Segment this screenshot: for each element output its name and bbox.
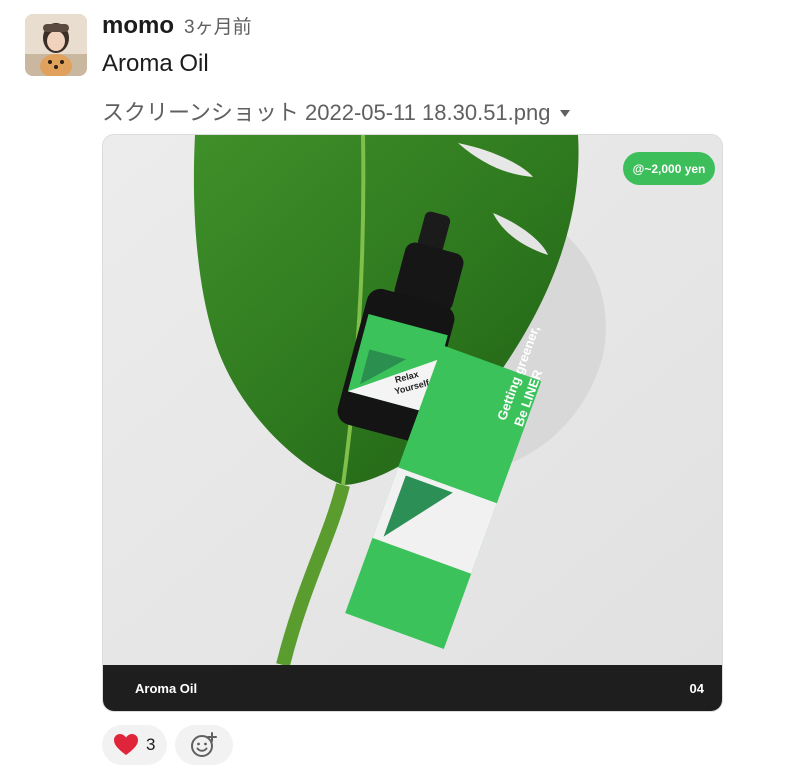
timestamp[interactable]: 3ヶ月前 bbox=[184, 12, 252, 39]
file-name: スクリーンショット 2022-05-11 18.30.51.png bbox=[102, 100, 551, 125]
price-badge: @~2,000 yen bbox=[623, 152, 715, 185]
avatar[interactable] bbox=[25, 14, 87, 76]
message-header: momo 3ヶ月前 bbox=[102, 12, 252, 40]
reaction-count: 3 bbox=[146, 735, 156, 754]
image-attachment[interactable]: Relax Yourself Getting greener, Be LINER… bbox=[102, 134, 723, 712]
attachment-photo: Relax Yourself Getting greener, Be LINER bbox=[103, 135, 722, 665]
reaction-heart[interactable]: 3 bbox=[102, 725, 168, 765]
author-name[interactable]: momo bbox=[102, 12, 174, 40]
avatar-image bbox=[25, 14, 87, 76]
caption-page-number: 04 bbox=[689, 681, 704, 696]
add-reaction-icon bbox=[191, 732, 218, 757]
message-text: Aroma Oil bbox=[102, 50, 209, 77]
caption-title: Aroma Oil bbox=[135, 681, 198, 696]
heart-icon bbox=[114, 734, 138, 755]
file-name-toggle[interactable]: スクリーンショット 2022-05-11 18.30.51.png bbox=[102, 95, 571, 127]
chevron-down-icon bbox=[560, 109, 571, 117]
add-reaction-button[interactable] bbox=[175, 725, 234, 765]
image-caption-bar: Aroma Oil 04 bbox=[103, 665, 722, 711]
reaction-bar: 3 bbox=[102, 725, 234, 765]
